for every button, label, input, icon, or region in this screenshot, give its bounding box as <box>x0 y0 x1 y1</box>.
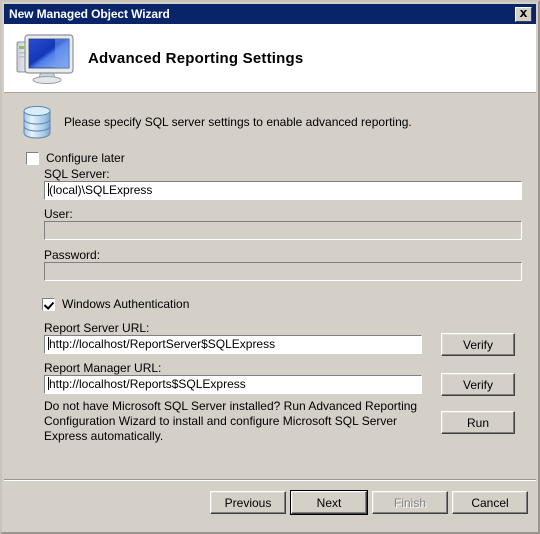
windows-authentication-checkbox[interactable] <box>42 297 55 311</box>
footer-separator <box>4 479 536 481</box>
sql-server-label: SQL Server: <box>44 167 110 181</box>
run-configuration-wizard-button[interactable]: Run <box>441 411 515 434</box>
windows-authentication-checkbox-row[interactable]: Windows Authentication <box>42 297 189 311</box>
previous-button[interactable]: Previous <box>210 491 286 514</box>
header-banner: Advanced Reporting Settings <box>4 24 536 93</box>
user-label: User: <box>44 207 73 221</box>
password-label: Password: <box>44 248 101 262</box>
report-server-url-input[interactable]: http://localhost/ReportServer$SQLExpress <box>44 335 422 354</box>
sql-server-input[interactable]: (local)\SQLExpress <box>44 181 522 200</box>
page-title: Advanced Reporting Settings <box>88 49 304 67</box>
windows-authentication-label: Windows Authentication <box>62 297 190 311</box>
verify-report-manager-label: Verify <box>462 377 493 392</box>
next-label: Next <box>316 495 342 510</box>
password-input[interactable] <box>44 262 522 281</box>
finish-button: Finish <box>372 491 448 514</box>
report-server-url-value: http://localhost/ReportServer$SQLExpress <box>49 337 276 351</box>
instruction-text: Please specify SQL server settings to en… <box>64 115 412 129</box>
verify-report-server-label: Verify <box>462 337 493 352</box>
configure-later-checkbox[interactable] <box>26 151 39 165</box>
cancel-label: Cancel <box>471 495 509 510</box>
database-icon <box>20 104 54 140</box>
instruction-row: Please specify SQL server settings to en… <box>20 104 412 140</box>
previous-label: Previous <box>224 495 272 510</box>
user-input[interactable] <box>44 221 522 240</box>
run-label: Run <box>466 415 489 430</box>
report-server-url-label: Report Server URL: <box>44 321 150 335</box>
configure-later-checkbox-row[interactable]: Configure later <box>26 151 125 165</box>
verify-report-server-button[interactable]: Verify <box>441 333 515 356</box>
dialog-body: Please specify SQL server settings to en… <box>4 93 536 532</box>
report-manager-url-value: http://localhost/Reports$SQLExpress <box>49 377 246 391</box>
cancel-button[interactable]: Cancel <box>452 491 528 514</box>
close-icon <box>519 9 528 19</box>
window-title: New Managed Object Wizard <box>9 7 170 21</box>
wizard-dialog: New Managed Object Wizard Advanced Repor… <box>0 0 540 534</box>
verify-report-manager-button[interactable]: Verify <box>441 373 515 396</box>
title-bar: New Managed Object Wizard <box>4 4 536 24</box>
computer-monitor-icon <box>12 30 82 86</box>
sql-server-value: (local)\SQLExpress <box>49 183 153 197</box>
configure-later-label: Configure later <box>46 151 125 165</box>
next-button[interactable]: Next <box>290 490 368 515</box>
report-manager-url-input[interactable]: http://localhost/Reports$SQLExpress <box>44 375 422 394</box>
report-manager-url-label: Report Manager URL: <box>44 361 162 375</box>
close-button[interactable] <box>515 6 532 22</box>
finish-label: Finish <box>393 495 426 510</box>
sql-install-note: Do not have Microsoft SQL Server install… <box>44 399 418 443</box>
